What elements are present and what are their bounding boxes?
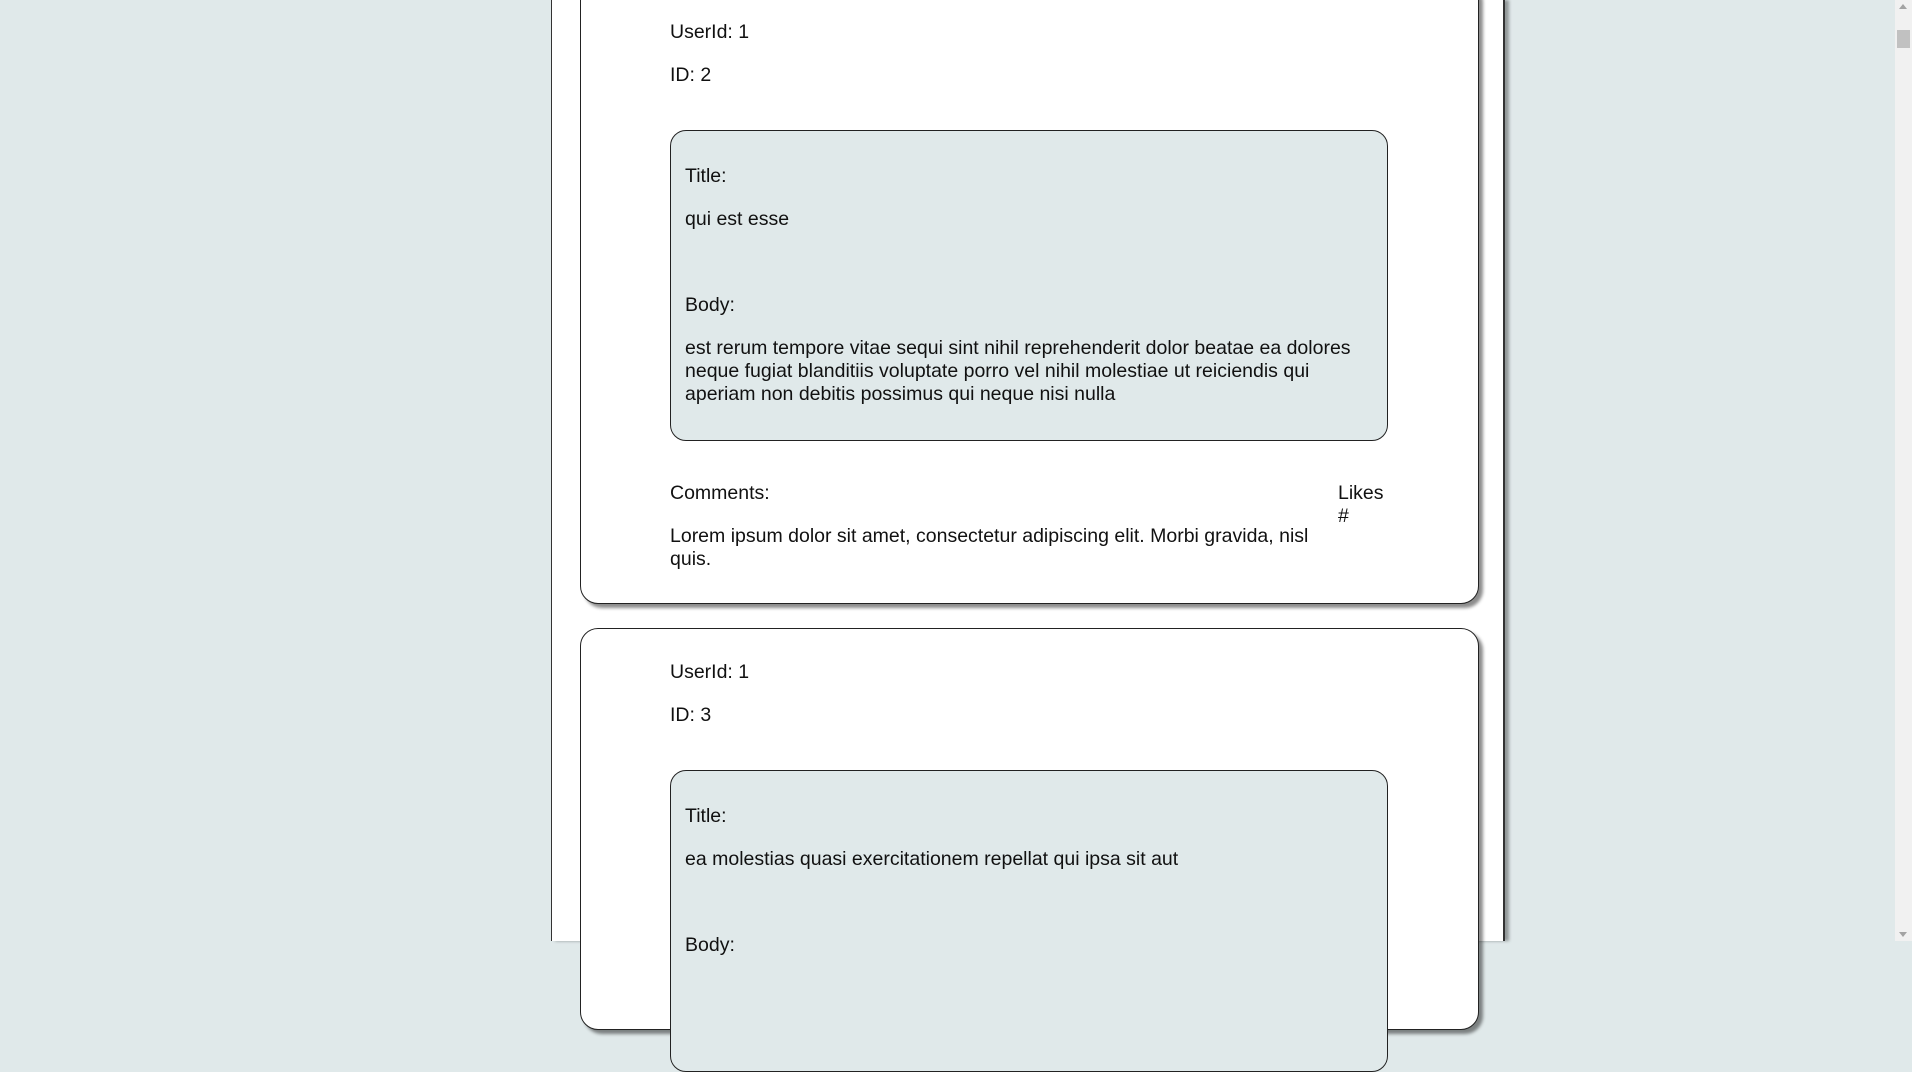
post-user-id: UserId: 1: [670, 661, 750, 683]
post-title: qui est esse: [685, 208, 790, 230]
post-body: est rerum tempore vitae sequi sint nihil…: [685, 337, 1351, 405]
title-label: Title:: [685, 805, 727, 827]
page-scrollbar[interactable]: [1895, 0, 1912, 941]
body-label: Body:: [685, 934, 735, 956]
post-content-box: Title: ea molestias quasi exercitationem…: [670, 770, 1388, 1072]
likes-button[interactable]: Likes #: [1338, 482, 1398, 528]
scroll-up-arrow-icon[interactable]: [1899, 4, 1907, 9]
comment-text: Lorem ipsum dolor sit amet, consectetur …: [670, 525, 1309, 570]
post-id: ID: 2: [670, 64, 712, 86]
post-user-id: UserId: 1: [670, 21, 750, 43]
post-card: UserId: 1 ID: 3 Title: ea molestias quas…: [580, 628, 1479, 1072]
posts-column: UserId: 1 ID: 2 Title: qui est esse Body…: [551, 0, 1505, 1072]
post-card: UserId: 1 ID: 2 Title: qui est esse Body…: [580, 0, 1479, 604]
title-label: Title:: [685, 165, 727, 187]
post-content-box: Title: qui est esse Body: est rerum temp…: [670, 130, 1388, 441]
comments-label: Comments:: [670, 482, 770, 504]
post-id: ID: 3: [670, 704, 712, 726]
post-title: ea molestias quasi exercitationem repell…: [685, 848, 1179, 870]
body-label: Body:: [685, 294, 735, 316]
scroll-down-arrow-icon[interactable]: [1899, 932, 1907, 937]
scrollbar-thumb[interactable]: [1897, 30, 1910, 48]
